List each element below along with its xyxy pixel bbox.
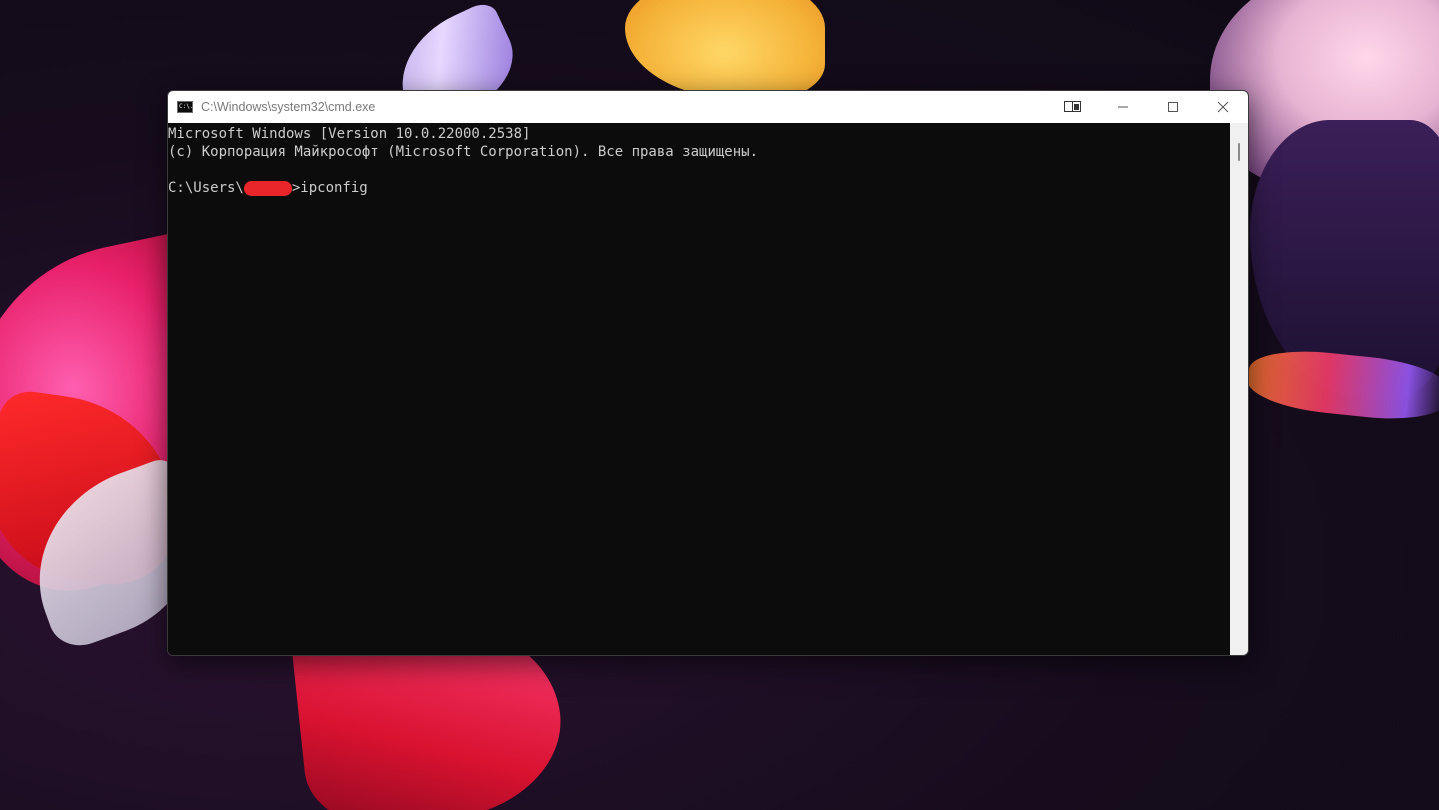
- copyright-line: (c) Корпорация Майкрософт (Microsoft Cor…: [168, 144, 759, 160]
- window-title: C:\Windows\system32\cmd.exe: [201, 100, 376, 114]
- version-line: Microsoft Windows [Version 10.0.22000.25…: [168, 126, 531, 142]
- close-icon: [1217, 101, 1229, 113]
- wallpaper-shape: [625, 0, 825, 100]
- vertical-scrollbar[interactable]: [1230, 123, 1248, 655]
- snap-icon: [1064, 101, 1081, 112]
- minimize-button[interactable]: [1098, 91, 1148, 123]
- minimize-icon: [1118, 106, 1128, 108]
- prompt-command: >ipconfig: [291, 180, 368, 196]
- snap-layout-button[interactable]: [1048, 91, 1098, 123]
- prompt-path: C:\Users\: [168, 180, 244, 196]
- title-bar[interactable]: C:\Windows\system32\cmd.exe: [168, 91, 1248, 123]
- close-button[interactable]: [1198, 91, 1248, 123]
- maximize-button[interactable]: [1148, 91, 1198, 123]
- redacted-username: [243, 181, 292, 196]
- console-output[interactable]: Microsoft Windows [Version 10.0.22000.25…: [168, 123, 1230, 655]
- scroll-thumb[interactable]: [1238, 143, 1240, 161]
- console-icon: [177, 101, 193, 113]
- cmd-window[interactable]: C:\Windows\system32\cmd.exe: [167, 90, 1249, 656]
- window-controls: [1048, 91, 1248, 123]
- command-prompt[interactable]: C:\Users\ >ipconfig: [168, 179, 1230, 197]
- maximize-icon: [1168, 102, 1178, 112]
